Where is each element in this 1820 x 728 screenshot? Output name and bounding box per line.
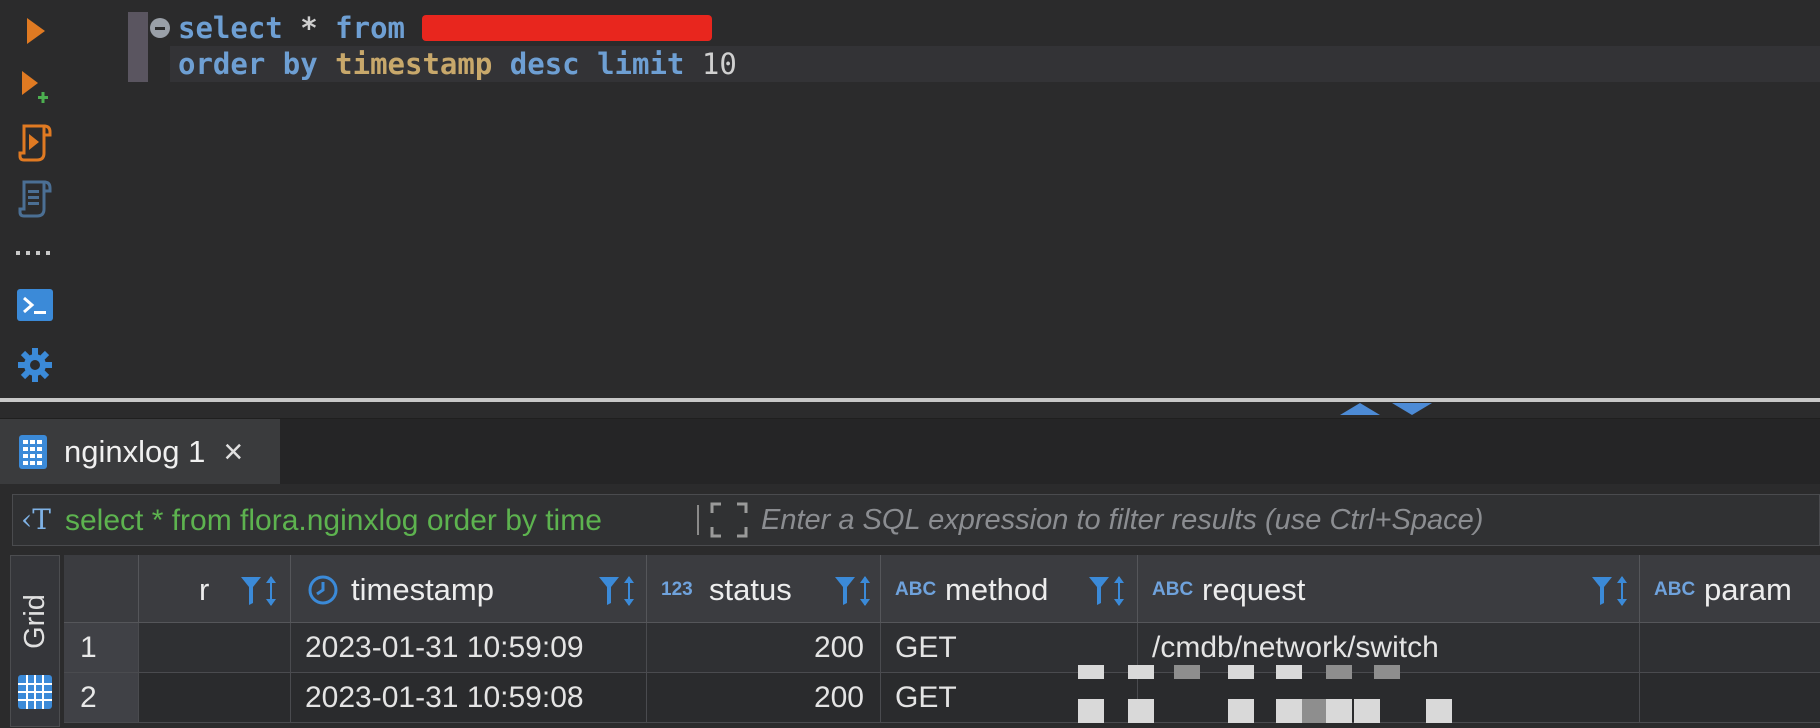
keyword-limit: limit [597,47,685,81]
row-number[interactable]: 2 [64,673,139,723]
execute-icon[interactable] [14,10,56,52]
maximize-results-icon[interactable] [1340,403,1380,415]
code-line-2: order by timestamp desc limit 10 [178,46,737,82]
table-icon [19,434,47,469]
filter-separator [697,505,699,535]
sql-editor[interactable]: select * from order by timestamp desc li… [70,0,1820,398]
table-cell[interactable] [139,623,291,673]
numeric-type-icon: 123 [661,579,693,600]
text-type-icon: ABC [895,579,937,600]
table-cell[interactable] [139,673,291,723]
column-name: r [199,572,210,607]
filter-sort-icon[interactable] [239,573,281,609]
filter-sort-icon[interactable] [1087,573,1129,609]
star-operator: * [300,11,318,45]
filter-sort-icon[interactable] [833,573,875,609]
column-header-request[interactable]: ABC request [1138,555,1640,623]
panel-splitter[interactable] [0,398,1820,402]
results-tab-bar: nginxlog 1 × [0,418,1820,484]
column-name: request [1202,572,1306,607]
tab-nginxlog-1[interactable]: nginxlog 1 × [0,419,280,484]
table-cell-status[interactable]: 200 [647,623,881,673]
execute-script-icon[interactable] [14,122,56,164]
column-header-truncated[interactable]: r [139,555,291,623]
terminal-icon[interactable] [14,284,56,326]
column-header-status[interactable]: 123 status [647,555,881,623]
results-grid: r timestamp 123 status ABC method ABC re… [64,555,1820,728]
filter-sort-icon[interactable] [597,573,639,609]
keyword-desc: desc [509,47,580,81]
row-number[interactable]: 1 [64,623,139,673]
table-cell-timestamp[interactable]: 2023-01-31 10:59:08 [291,673,647,723]
keyword-from: from [335,11,406,45]
table-cell-status[interactable]: 200 [647,673,881,723]
table-cell-param[interactable] [1640,623,1820,673]
column-name: param [1704,572,1792,607]
column-header-method[interactable]: ABC method [881,555,1138,623]
grid-label: Grid [18,593,51,649]
column-name: timestamp [351,572,494,607]
grid-view-toggle[interactable]: Grid [10,555,60,727]
keyword-by: by [282,47,318,81]
text-type-icon: ABC [1152,579,1194,600]
row-number-header [64,555,139,623]
close-icon[interactable]: × [223,435,243,469]
tab-label: nginxlog 1 [64,433,206,469]
column-name: status [709,572,792,607]
clock-icon [308,575,338,605]
executed-query-text: select * from flora.nginxlog order by ti… [65,504,602,537]
execute-new-tab-icon[interactable] [14,66,56,108]
text-type-icon: ABC [1654,579,1696,600]
code-line-1: select * from [178,10,713,46]
keyword-select: select [178,11,283,45]
redacted-table-name [422,15,713,41]
settings-icon[interactable] [14,344,56,386]
limit-value: 10 [701,47,737,81]
filter-expression-input[interactable] [761,504,1811,537]
text-filter-icon[interactable]: ‹T [21,503,51,536]
results-filter-bar: ‹T select * from flora.nginxlog order by… [12,494,1820,546]
fold-collapse-icon[interactable] [150,18,170,38]
table-cell-timestamp[interactable]: 2023-01-31 10:59:09 [291,623,647,673]
table-cell-request[interactable] [1138,673,1640,723]
keyword-order: order [178,47,266,81]
script-icon[interactable] [14,178,56,220]
column-header-param[interactable]: ABC param [1640,555,1820,623]
expand-icon[interactable] [709,501,749,539]
more-icon[interactable] [14,232,56,274]
table-cell-param[interactable] [1640,673,1820,723]
filter-sort-icon[interactable] [1590,573,1632,609]
statement-gutter-marker [128,12,148,82]
column-name: method [945,572,1049,607]
maximize-editor-icon[interactable] [1392,403,1432,415]
column-header-timestamp[interactable]: timestamp [291,555,647,623]
grid-icon [18,675,52,709]
column-timestamp: timestamp [335,47,493,81]
editor-toolbar [0,0,70,398]
